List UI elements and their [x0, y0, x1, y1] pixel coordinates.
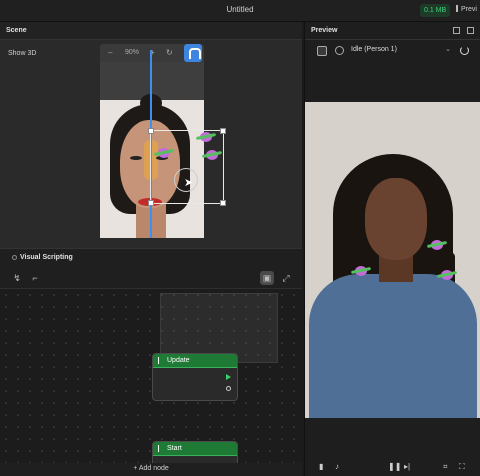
node-graph[interactable]: Update Start — [0, 289, 302, 463]
resize-handle[interactable] — [148, 200, 154, 206]
play-mode-icon[interactable] — [335, 46, 344, 55]
visual-scripting-panel: Visual Scripting ↯ ⌐ ▣ ⤢ Update Start + … — [0, 248, 302, 476]
node-title: Start — [167, 445, 182, 452]
cursor-icon: ➤ — [184, 177, 194, 189]
visual-scripting-title: Visual Scripting — [20, 254, 73, 261]
planet-sticker[interactable] — [200, 132, 212, 142]
resize-handle[interactable] — [220, 128, 226, 134]
graph-toolbar: ↯ ⌐ ▣ ⤢ — [0, 267, 302, 289]
refresh-icon[interactable] — [460, 46, 469, 55]
layout-icon[interactable]: ▣ — [260, 271, 274, 285]
curve-tool-icon[interactable]: ↯ — [10, 271, 24, 285]
playback-controls: ▮ ♪ ❚❚ ▸| ⌗ ⛶ — [305, 458, 480, 476]
preview-title: Preview — [311, 27, 338, 34]
window-title: Untitled — [226, 5, 254, 14]
crop-icon[interactable]: ⌗ — [443, 462, 448, 472]
fullscreen-icon[interactable]: ⛶ — [459, 462, 465, 472]
add-node-button[interactable]: + Add node — [0, 463, 302, 476]
chevron-down-icon: ⌄ — [445, 46, 451, 53]
device-icon[interactable] — [317, 46, 327, 56]
flag-icon — [158, 445, 164, 452]
planet-sticker — [431, 240, 443, 250]
exec-out-port[interactable] — [226, 374, 231, 380]
visual-scripting-header: Visual Scripting — [0, 249, 302, 265]
collapse-icon[interactable] — [12, 255, 17, 260]
preview-tab[interactable]: Previ — [456, 5, 477, 13]
pause-button[interactable]: ❚❚ — [388, 462, 401, 471]
animation-select[interactable]: Idle (Person 1) ⌄ — [349, 45, 453, 57]
planet-sticker[interactable] — [206, 150, 218, 160]
planet-sticker[interactable] — [158, 148, 170, 158]
animation-select-value: Idle (Person 1) — [351, 46, 397, 53]
start-node[interactable]: Start — [152, 441, 238, 463]
node-title: Update — [167, 357, 190, 364]
app-window: Untitled 0.1 MB Previ Scene Show 3D – 90… — [0, 0, 480, 476]
scene-header: Scene — [0, 22, 302, 40]
scene-title: Scene — [6, 27, 27, 34]
file-size-badge: 0.1 MB — [420, 4, 451, 17]
reset-icon[interactable]: ↻ — [166, 48, 173, 57]
scene-panel: Scene Show 3D – 90% + ↻ ➤ — [0, 22, 302, 248]
preview-video — [305, 102, 480, 418]
popout-icon[interactable] — [453, 27, 460, 34]
preview-header: Preview — [305, 22, 480, 40]
selection-box[interactable] — [148, 128, 226, 206]
zoom-level: 90% — [125, 49, 140, 56]
preview-tab-label: Previ — [461, 6, 477, 13]
preview-toolbar: Idle (Person 1) ⌄ — [305, 41, 480, 61]
resize-handle[interactable] — [148, 128, 154, 134]
exit-icon[interactable] — [467, 27, 474, 34]
zoom-out-button[interactable]: – — [108, 48, 112, 57]
update-node[interactable]: Update — [152, 353, 238, 401]
flag-icon — [158, 357, 164, 364]
phone-icon[interactable]: ▮ — [319, 462, 323, 471]
planet-sticker — [441, 270, 453, 280]
pause-icon — [456, 5, 458, 12]
resize-handle[interactable] — [220, 200, 226, 206]
show-3d-toggle[interactable]: Show 3D — [8, 50, 36, 57]
tiktok-icon[interactable]: ♪ — [335, 462, 339, 471]
title-bar: Untitled 0.1 MB Previ — [0, 0, 480, 22]
planet-sticker — [355, 266, 367, 276]
branch-tool-icon[interactable]: ⌐ — [28, 271, 42, 285]
magnet-icon[interactable] — [184, 44, 202, 62]
next-frame-button[interactable]: ▸| — [404, 462, 410, 471]
preview-panel: Preview Idle (Person 1) ⌄ ▮ ♪ ❚❚ ▸| ⌗ ⛶ — [304, 22, 480, 476]
fit-icon[interactable]: ⤢ — [279, 271, 293, 285]
output-pin[interactable] — [226, 386, 231, 391]
